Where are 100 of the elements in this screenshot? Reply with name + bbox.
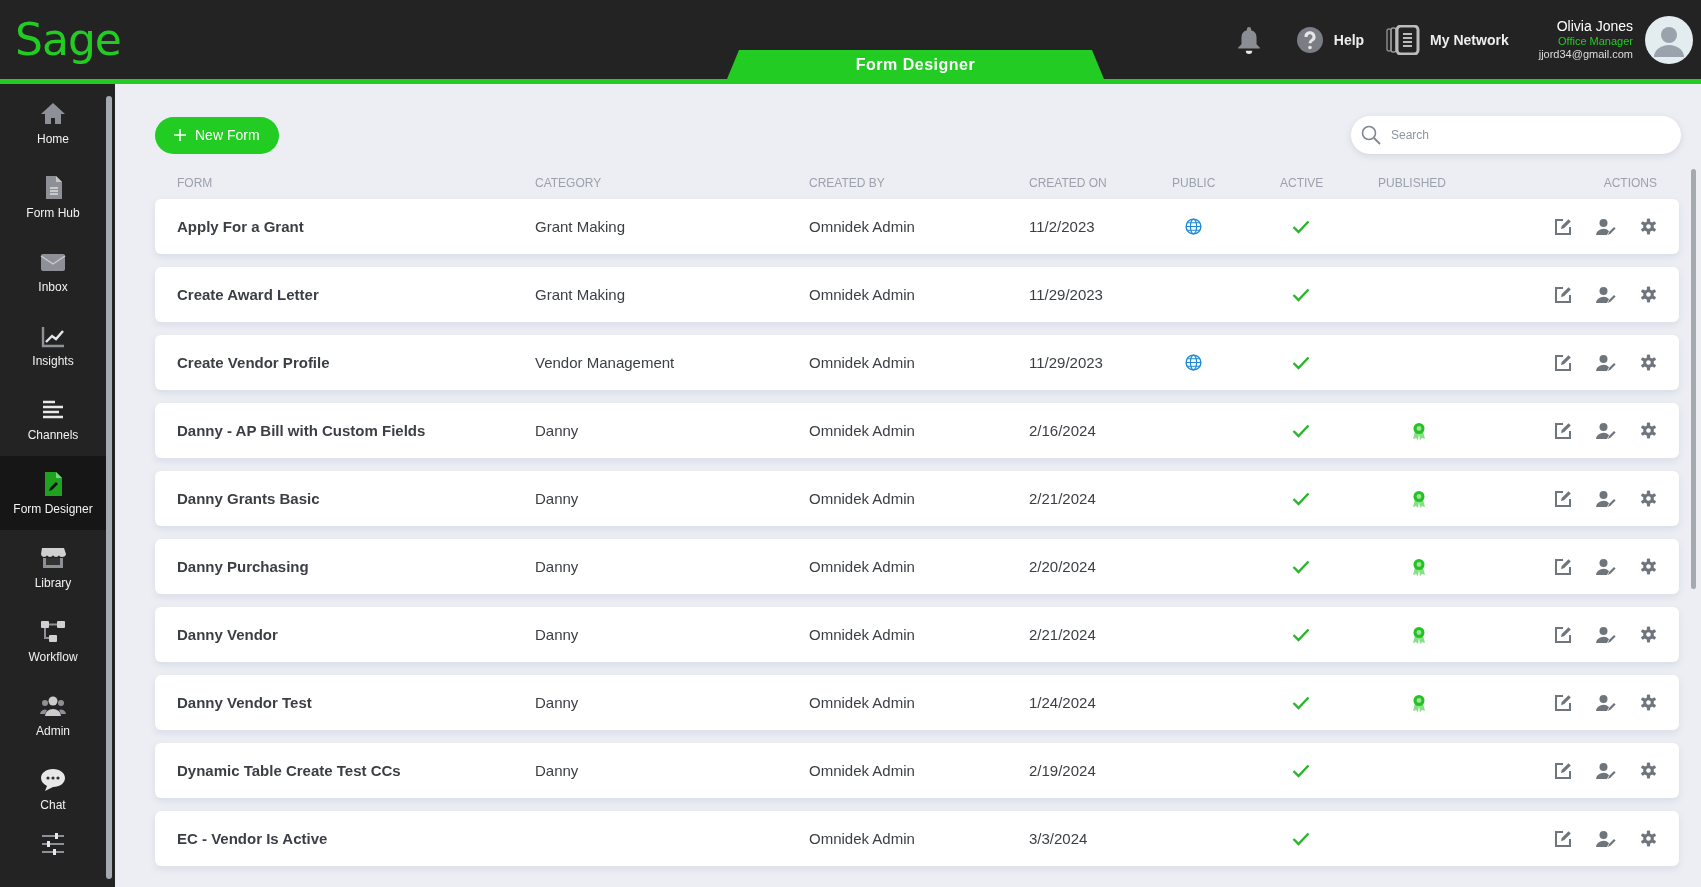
bell-icon[interactable] — [1235, 25, 1262, 54]
help-link[interactable]: Help — [1333, 31, 1365, 48]
table-cell-text: Dynamic Table Create Test CCs — [177, 762, 402, 779]
table-cell-text: Danny — [535, 422, 580, 439]
table-cell-text: Danny Vendor — [177, 626, 279, 643]
gear-icon[interactable] — [1640, 693, 1657, 711]
user-edit-icon[interactable] — [1596, 353, 1616, 372]
table-cell-text: 2/20/2024 — [1029, 558, 1097, 575]
table-row[interactable]: Danny Purchasing Danny Omnidek Admin 2/20/2024 — [155, 539, 1679, 594]
table-row[interactable]: Dynamic Table Create Test CCs Danny Omnidek Admin 2/19/2024 — [155, 743, 1679, 798]
network-link[interactable]: My Network — [1430, 31, 1509, 48]
gear-icon[interactable] — [1640, 761, 1657, 779]
user-role: Office Manager — [1558, 34, 1633, 48]
table-cell-text: Vendor Management — [535, 354, 676, 371]
table-row[interactable]: Danny Vendor Danny Omnidek Admin 2/21/2024 — [155, 607, 1679, 662]
table-cell-text: Danny - AP Bill with Custom Fields — [177, 422, 427, 439]
nav-item[interactable]: Workflow — [0, 604, 106, 678]
column-header: FORM — [177, 176, 214, 190]
column-header: CATEGORY — [535, 176, 603, 190]
user-edit-icon[interactable] — [1596, 489, 1616, 508]
column-header: CREATED ON — [1029, 176, 1108, 190]
user-edit-icon[interactable] — [1596, 829, 1616, 848]
table-row[interactable]: Create Award Letter Grant Making Omnidek Admin 11/29/2023 — [155, 267, 1679, 322]
nav-item[interactable]: Home — [0, 86, 106, 160]
user-edit-icon[interactable] — [1596, 557, 1616, 576]
edit-icon[interactable] — [1554, 489, 1572, 508]
nav-item[interactable]: Channels — [0, 382, 106, 456]
speech-bubble-icon — [39, 766, 67, 794]
scrollbar[interactable] — [106, 96, 112, 879]
user-edit-icon[interactable] — [1596, 625, 1616, 644]
edit-icon[interactable] — [1554, 557, 1572, 576]
table-cell-text: Create Award Letter — [177, 286, 320, 303]
user-name: Olivia Jones — [1556, 17, 1633, 35]
table-cell-text: Omnidek Admin — [809, 286, 916, 303]
nav-item[interactable]: Library — [0, 530, 106, 604]
table-cell-text: Danny — [535, 490, 580, 507]
table-cell-text: 11/2/2023 — [1029, 218, 1096, 235]
table-cell-text: Omnidek Admin — [809, 422, 916, 439]
nav-item[interactable]: Inbox — [0, 234, 106, 308]
table-cell-text: Apply For a Grant — [177, 218, 305, 235]
table-row[interactable]: EC - Vendor Is Active Omnidek Admin 3/3/2024 — [155, 811, 1679, 866]
search-field[interactable]: Search — [1351, 116, 1681, 154]
table-cell-text: Create Vendor Profile — [177, 354, 331, 371]
gear-icon[interactable] — [1640, 489, 1657, 507]
table-row[interactable]: Apply For a Grant Grant Making Omnidek Admin 11/2/2023 — [155, 199, 1679, 254]
table-cell-text: 1/24/2024 — [1029, 694, 1097, 711]
gear-icon[interactable] — [1640, 217, 1657, 235]
table-cell-text: Danny Vendor Test — [177, 694, 313, 711]
table-cell-text: EC - Vendor Is Active — [177, 830, 329, 847]
table-row[interactable]: Danny - AP Bill with Custom Fields Danny Omnidek Admin 2/16/2024 — [155, 403, 1679, 458]
user-edit-icon[interactable] — [1596, 761, 1616, 780]
table-row[interactable]: Danny Grants Basic Danny Omnidek Admin 2/21/2024 — [155, 471, 1679, 526]
nav-item[interactable]: Insights — [0, 308, 106, 382]
gear-icon[interactable] — [1640, 625, 1657, 643]
nav-item[interactable]: Chat — [0, 752, 106, 826]
table-cell-text: Danny — [535, 626, 580, 643]
user-edit-icon[interactable] — [1596, 285, 1616, 304]
sliders-icon — [39, 830, 67, 858]
help-icon[interactable] — [1295, 25, 1324, 54]
table-cell-text: Grant Making — [535, 218, 627, 235]
logo[interactable]: Sage — [15, 14, 121, 65]
edit-icon[interactable] — [1554, 761, 1572, 780]
edit-icon[interactable] — [1554, 829, 1572, 848]
table-row[interactable]: Danny Vendor Test Danny Omnidek Admin 1/24/2024 — [155, 675, 1679, 730]
edit-icon[interactable] — [1554, 217, 1572, 236]
avatar[interactable] — [1645, 15, 1693, 64]
table-cell-text: Omnidek Admin — [809, 354, 916, 371]
table-row[interactable]: Create Vendor Profile Vendor Management Omnidek Admin 11/29/2023 — [155, 335, 1679, 390]
column-header: PUBLISHED — [1378, 176, 1447, 190]
column-header: CREATED BY — [809, 176, 886, 190]
user-edit-icon[interactable] — [1596, 693, 1616, 712]
gear-icon[interactable] — [1640, 421, 1657, 439]
edit-icon[interactable] — [1554, 693, 1572, 712]
nav-item[interactable]: Form Designer — [0, 456, 106, 530]
table-cell-text: 3/3/2024 — [1029, 830, 1089, 847]
column-header: PUBLIC — [1172, 176, 1216, 190]
table-cell-text: Danny — [535, 762, 580, 779]
plus-icon — [174, 129, 186, 141]
stacked-cards-icon[interactable] — [1386, 24, 1421, 55]
edit-icon[interactable] — [1554, 625, 1572, 644]
nav-item[interactable]: Admin — [0, 678, 106, 752]
user-edit-icon[interactable] — [1596, 421, 1616, 440]
table-cell-text: Danny Purchasing — [177, 558, 310, 575]
gear-icon[interactable] — [1640, 353, 1657, 371]
nav-item[interactable]: Form Hub — [0, 160, 106, 234]
table-cell-text: 2/19/2024 — [1029, 762, 1097, 779]
gear-icon[interactable] — [1640, 829, 1657, 847]
edit-icon[interactable] — [1554, 285, 1572, 304]
edit-icon[interactable] — [1554, 421, 1572, 440]
scrollbar[interactable] — [1691, 169, 1696, 589]
table-cell-text: Omnidek Admin — [809, 830, 916, 847]
user-edit-icon[interactable] — [1596, 217, 1616, 236]
gear-icon[interactable] — [1640, 285, 1657, 303]
edit-icon[interactable] — [1554, 353, 1572, 372]
table-cell-text: 2/21/2024 — [1029, 490, 1097, 507]
table-cell-text: 11/29/2023 — [1029, 354, 1104, 371]
user-email: jjord34@gmail.com — [1538, 47, 1633, 62]
table-cell-text: Danny — [535, 694, 580, 711]
column-header: ACTIONS — [1603, 176, 1657, 190]
gear-icon[interactable] — [1640, 557, 1657, 575]
